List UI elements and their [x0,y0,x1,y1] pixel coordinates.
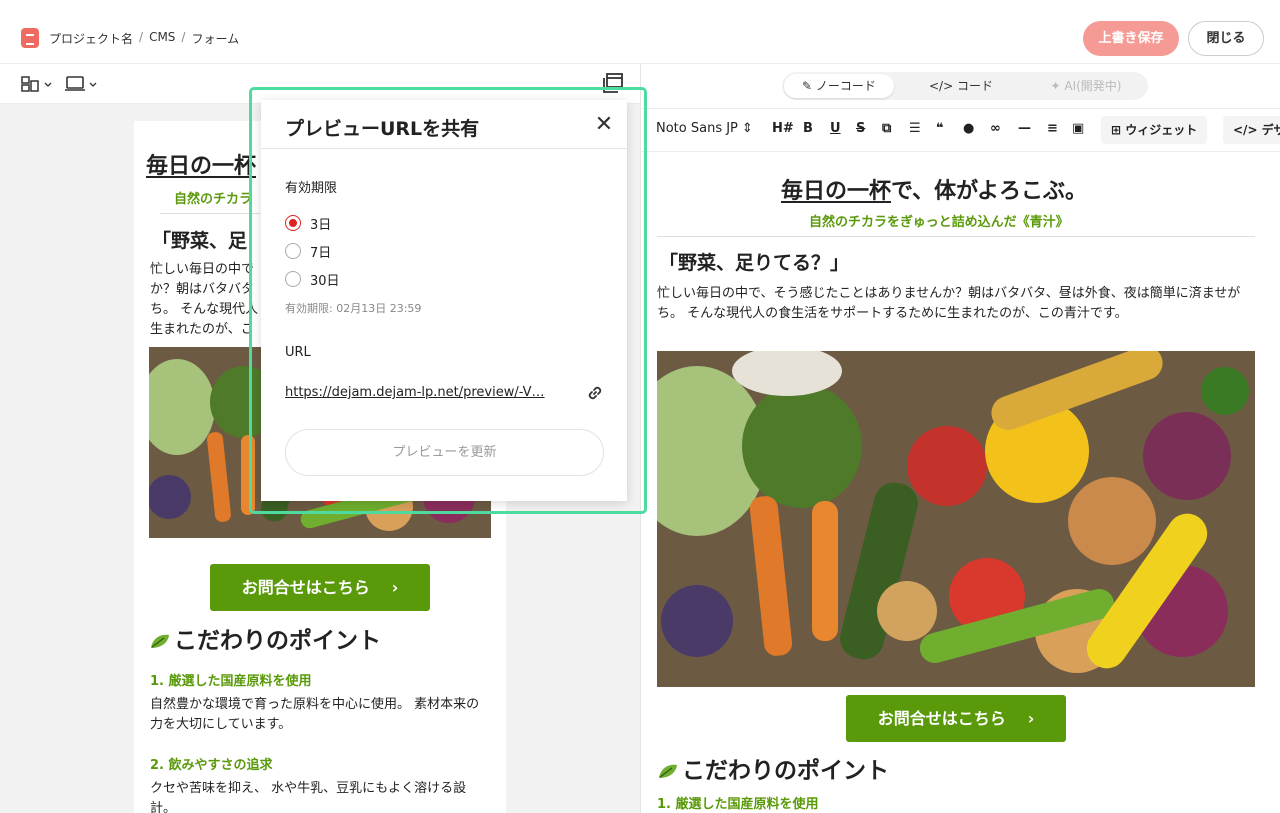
share-preview-url-popup: プレビューURLを共有 ✕ 有効期限 3日 7日 30日 有効期限: 02月13… [261,100,627,501]
article-paragraph[interactable]: 忙しい毎日の中で、そう感じたことはありませんか？朝はバタバタ、昼は外食、夜は簡単… [657,284,1257,324]
widget-button[interactable]: ⊞ ウィジェット [1101,116,1208,144]
preview-contact-button[interactable]: お問合せはこちら › [210,564,430,611]
editor-content[interactable]: 毎日の一杯で、体がよろこぶ。 自然のチカラをぎゅっと詰め込んだ《青汁》 「野菜、… [641,153,1280,813]
expiry-option-7days[interactable]: 7日 [285,242,332,261]
breadcrumb-separator: / [181,30,186,44]
breadcrumb-cms[interactable]: CMS [149,30,175,47]
article-divider [657,236,1255,237]
breadcrumb-form[interactable]: フォーム [191,30,239,47]
layout-select-icon[interactable] [20,74,54,94]
preview-point-2-title: 2. 飲みやすさの追求 [150,758,273,773]
image-insert-icon[interactable]: ▣ [1072,121,1084,136]
refresh-preview-button[interactable]: プレビューを更新 [285,429,604,476]
expiry-date-note: 有効期限: 02月13日 23:59 [285,302,422,315]
link-icon[interactable]: ∞ [990,121,1001,136]
close-button[interactable]: 閉じる [1188,21,1264,56]
tab-no-code[interactable]: ✎ ノーコード [784,74,894,98]
list-icon[interactable]: ☰ [909,121,921,136]
code-icon: </> [929,79,957,93]
preview-section-title: こだわりのポイント [149,621,381,655]
format-toolbar: Noto Sans JP ⇕ H# B U S ⧉ ☰ ❝ ● ∞ — ≡ ▣ ⊞… [641,108,1280,152]
sparkle-icon: ✦ [1050,79,1065,93]
preview-heading: 「野菜、足 [152,230,248,252]
breadcrumb-project[interactable]: プロジェクト名 [49,30,133,47]
palette-icon[interactable]: ● [963,121,974,136]
editor-mode-tabs: ✎ ノーコード </> コード ✦ AI(開発中) [782,72,1148,100]
tab-code[interactable]: </> コード [906,74,1016,98]
breadcrumb: プロジェクト名 / CMS / フォーム [49,30,239,47]
expiry-label: 有効期限 [285,181,338,196]
preview-title: 毎日の一杯 [146,154,257,179]
article-title[interactable]: 毎日の一杯で、体がよろこぶ。 [781,173,1087,205]
heading-button[interactable]: H# [772,121,794,136]
updown-icon: ⇕ [741,121,753,136]
article-point-1-title[interactable]: 1. 厳選した国産原料を使用 [657,793,819,812]
code-icon: </> [1233,123,1262,137]
article-subtitle[interactable]: 自然のチカラをぎゅっと詰め込んだ《青汁》 [809,211,1069,230]
tab-ai[interactable]: ✦ AI(開発中) [1030,74,1142,98]
expiry-option-30days[interactable]: 30日 [285,270,340,289]
expiry-option-label: 30日 [310,273,340,289]
preview-point-1-body: 自然豊かな環境で育った原料を中心に使用。 素材本来の力を大切にしています。 [150,697,480,733]
horizontal-rule-icon[interactable]: — [1018,121,1031,136]
align-left-icon[interactable]: ≡ [1047,121,1058,136]
breadcrumb-separator: / [139,30,144,44]
expiry-option-label: 7日 [310,245,332,261]
article-heading[interactable]: 「野菜、足りてる？」 [659,248,849,275]
strikethrough-icon[interactable]: S [856,121,865,136]
expiry-option-label: 3日 [310,217,332,233]
radio-selected[interactable] [285,215,301,231]
preview-paragraph: 忙しい毎日の中で か？朝はバタバタ ち。 そんな現代人 生まれたのが、こ [150,262,259,338]
preview-divider [160,213,260,214]
overwrite-save-button[interactable]: 上書き保存 [1083,21,1179,56]
device-laptop-icon[interactable] [64,74,100,94]
radio-unselected[interactable] [285,271,301,287]
article-contact-button[interactable]: お問合せはこちら › [846,695,1066,742]
embed-icon[interactable]: ⧉ [882,121,891,136]
preview-subtitle: 自然のチカラ [174,192,253,207]
project-logo-icon[interactable] [21,28,39,48]
underline-button[interactable]: U [830,121,841,136]
font-family-select[interactable]: Noto Sans JP ⇕ [656,121,753,136]
quote-icon[interactable]: ❝ [936,121,944,136]
expiry-option-3days[interactable]: 3日 [285,214,332,233]
radio-unselected[interactable] [285,243,301,259]
popup-divider [261,148,627,149]
close-icon[interactable]: ✕ [593,114,615,136]
app-header: プロジェクト名 / CMS / フォーム 上書き保存 閉じる [0,0,1280,64]
bold-button[interactable]: B [803,121,813,136]
preview-point-2-body: クセや苦味を抑え、 水や牛乳、豆乳にもよく溶ける設計。 [150,781,467,813]
copy-link-icon[interactable] [585,383,605,403]
leaf-icon [149,630,171,648]
widget-grid-icon: ⊞ [1111,123,1126,137]
url-label: URL [285,345,311,360]
pencil-icon: ✎ [802,79,816,93]
design-button[interactable]: </> デザ [1223,116,1280,144]
article-vegetables-image[interactable] [657,351,1255,687]
preview-point-1-title: 1. 厳選した国産原料を使用 [150,674,312,689]
popup-title: プレビューURLを共有 [285,118,480,140]
article-section-title[interactable]: こだわりのポイント [657,751,889,785]
preview-url-link[interactable]: https://dejam.dejam-lp.net/preview/-V… [285,385,581,400]
leaf-icon [657,760,679,778]
